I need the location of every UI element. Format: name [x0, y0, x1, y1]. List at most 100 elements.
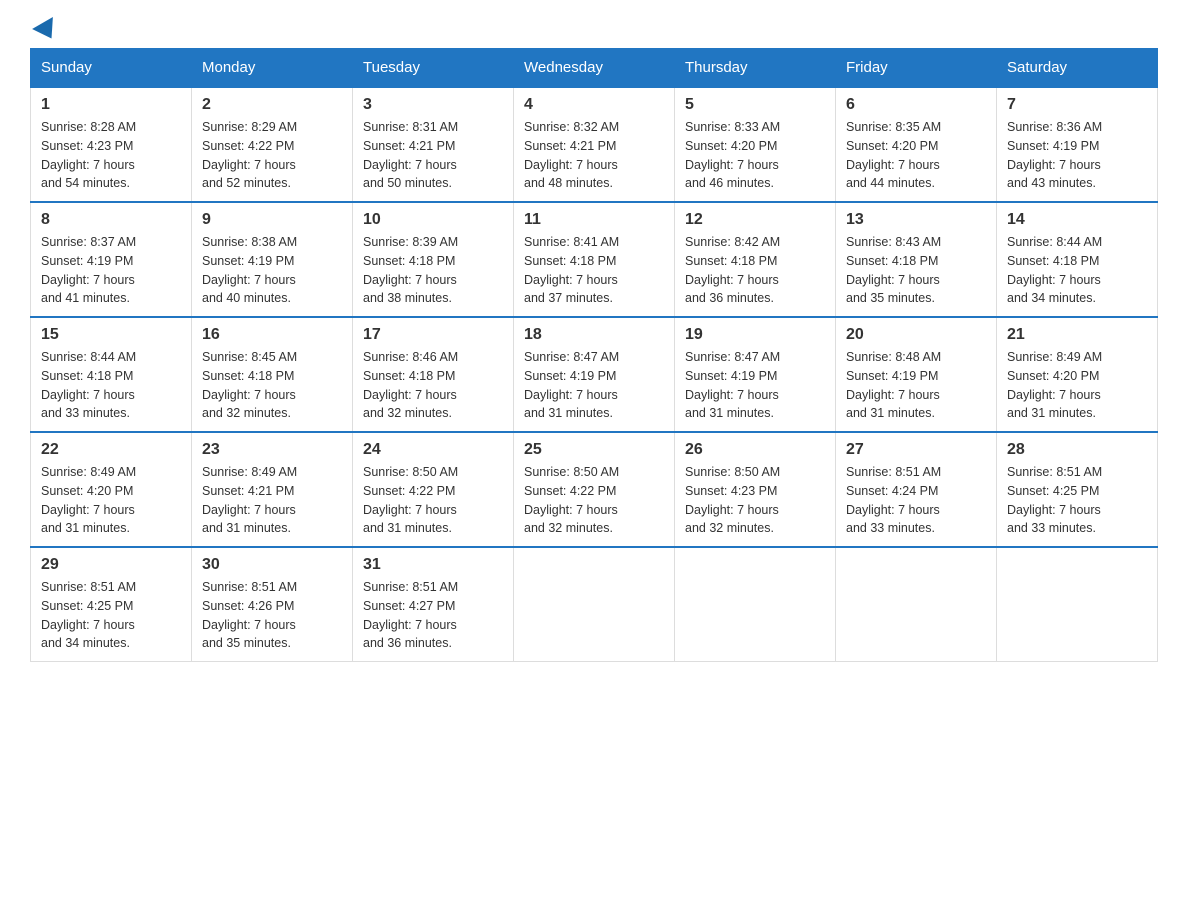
day-number: 9	[202, 211, 342, 229]
day-info: Sunrise: 8:47 AMSunset: 4:19 PMDaylight:…	[524, 350, 619, 420]
calendar-header-row: SundayMondayTuesdayWednesdayThursdayFrid…	[31, 49, 1158, 88]
calendar-day-cell: 14 Sunrise: 8:44 AMSunset: 4:18 PMDaylig…	[997, 202, 1158, 317]
day-info: Sunrise: 8:41 AMSunset: 4:18 PMDaylight:…	[524, 235, 619, 305]
calendar-day-cell: 3 Sunrise: 8:31 AMSunset: 4:21 PMDayligh…	[353, 87, 514, 202]
day-info: Sunrise: 8:46 AMSunset: 4:18 PMDaylight:…	[363, 350, 458, 420]
day-number: 31	[363, 556, 503, 574]
calendar-header-saturday: Saturday	[997, 49, 1158, 88]
calendar-day-cell	[514, 547, 675, 662]
calendar-header-sunday: Sunday	[31, 49, 192, 88]
day-number: 14	[1007, 211, 1147, 229]
calendar-header-wednesday: Wednesday	[514, 49, 675, 88]
day-info: Sunrise: 8:38 AMSunset: 4:19 PMDaylight:…	[202, 235, 297, 305]
day-number: 8	[41, 211, 181, 229]
day-info: Sunrise: 8:51 AMSunset: 4:26 PMDaylight:…	[202, 580, 297, 650]
calendar-day-cell: 7 Sunrise: 8:36 AMSunset: 4:19 PMDayligh…	[997, 87, 1158, 202]
day-number: 25	[524, 441, 664, 459]
day-info: Sunrise: 8:49 AMSunset: 4:21 PMDaylight:…	[202, 465, 297, 535]
day-info: Sunrise: 8:36 AMSunset: 4:19 PMDaylight:…	[1007, 120, 1102, 190]
day-number: 1	[41, 96, 181, 114]
calendar-day-cell: 2 Sunrise: 8:29 AMSunset: 4:22 PMDayligh…	[192, 87, 353, 202]
calendar-day-cell: 28 Sunrise: 8:51 AMSunset: 4:25 PMDaylig…	[997, 432, 1158, 547]
calendar-week-row: 29 Sunrise: 8:51 AMSunset: 4:25 PMDaylig…	[31, 547, 1158, 662]
calendar-day-cell: 18 Sunrise: 8:47 AMSunset: 4:19 PMDaylig…	[514, 317, 675, 432]
day-number: 5	[685, 96, 825, 114]
calendar-header-monday: Monday	[192, 49, 353, 88]
calendar-week-row: 15 Sunrise: 8:44 AMSunset: 4:18 PMDaylig…	[31, 317, 1158, 432]
day-number: 4	[524, 96, 664, 114]
calendar-day-cell: 27 Sunrise: 8:51 AMSunset: 4:24 PMDaylig…	[836, 432, 997, 547]
calendar-day-cell: 1 Sunrise: 8:28 AMSunset: 4:23 PMDayligh…	[31, 87, 192, 202]
day-number: 22	[41, 441, 181, 459]
day-info: Sunrise: 8:44 AMSunset: 4:18 PMDaylight:…	[1007, 235, 1102, 305]
day-info: Sunrise: 8:51 AMSunset: 4:24 PMDaylight:…	[846, 465, 941, 535]
calendar-day-cell: 10 Sunrise: 8:39 AMSunset: 4:18 PMDaylig…	[353, 202, 514, 317]
day-number: 19	[685, 326, 825, 344]
calendar-day-cell: 8 Sunrise: 8:37 AMSunset: 4:19 PMDayligh…	[31, 202, 192, 317]
day-number: 16	[202, 326, 342, 344]
day-info: Sunrise: 8:50 AMSunset: 4:22 PMDaylight:…	[524, 465, 619, 535]
day-info: Sunrise: 8:50 AMSunset: 4:23 PMDaylight:…	[685, 465, 780, 535]
day-number: 2	[202, 96, 342, 114]
calendar-day-cell: 19 Sunrise: 8:47 AMSunset: 4:19 PMDaylig…	[675, 317, 836, 432]
calendar-day-cell: 30 Sunrise: 8:51 AMSunset: 4:26 PMDaylig…	[192, 547, 353, 662]
calendar-day-cell: 22 Sunrise: 8:49 AMSunset: 4:20 PMDaylig…	[31, 432, 192, 547]
day-info: Sunrise: 8:49 AMSunset: 4:20 PMDaylight:…	[1007, 350, 1102, 420]
calendar-day-cell: 17 Sunrise: 8:46 AMSunset: 4:18 PMDaylig…	[353, 317, 514, 432]
day-number: 11	[524, 211, 664, 229]
logo-blue-text	[30, 20, 58, 38]
day-number: 17	[363, 326, 503, 344]
day-info: Sunrise: 8:47 AMSunset: 4:19 PMDaylight:…	[685, 350, 780, 420]
calendar-day-cell: 9 Sunrise: 8:38 AMSunset: 4:19 PMDayligh…	[192, 202, 353, 317]
calendar-day-cell: 13 Sunrise: 8:43 AMSunset: 4:18 PMDaylig…	[836, 202, 997, 317]
day-number: 24	[363, 441, 503, 459]
calendar-day-cell: 24 Sunrise: 8:50 AMSunset: 4:22 PMDaylig…	[353, 432, 514, 547]
calendar-day-cell: 31 Sunrise: 8:51 AMSunset: 4:27 PMDaylig…	[353, 547, 514, 662]
day-number: 28	[1007, 441, 1147, 459]
calendar-day-cell: 20 Sunrise: 8:48 AMSunset: 4:19 PMDaylig…	[836, 317, 997, 432]
day-number: 21	[1007, 326, 1147, 344]
day-number: 12	[685, 211, 825, 229]
day-number: 30	[202, 556, 342, 574]
day-number: 18	[524, 326, 664, 344]
calendar-day-cell: 6 Sunrise: 8:35 AMSunset: 4:20 PMDayligh…	[836, 87, 997, 202]
day-number: 7	[1007, 96, 1147, 114]
calendar-day-cell: 23 Sunrise: 8:49 AMSunset: 4:21 PMDaylig…	[192, 432, 353, 547]
day-info: Sunrise: 8:35 AMSunset: 4:20 PMDaylight:…	[846, 120, 941, 190]
day-number: 26	[685, 441, 825, 459]
calendar-header-tuesday: Tuesday	[353, 49, 514, 88]
day-number: 13	[846, 211, 986, 229]
calendar-day-cell: 25 Sunrise: 8:50 AMSunset: 4:22 PMDaylig…	[514, 432, 675, 547]
day-number: 3	[363, 96, 503, 114]
calendar-day-cell	[836, 547, 997, 662]
day-info: Sunrise: 8:44 AMSunset: 4:18 PMDaylight:…	[41, 350, 136, 420]
calendar-week-row: 1 Sunrise: 8:28 AMSunset: 4:23 PMDayligh…	[31, 87, 1158, 202]
calendar-day-cell: 26 Sunrise: 8:50 AMSunset: 4:23 PMDaylig…	[675, 432, 836, 547]
day-info: Sunrise: 8:32 AMSunset: 4:21 PMDaylight:…	[524, 120, 619, 190]
day-info: Sunrise: 8:31 AMSunset: 4:21 PMDaylight:…	[363, 120, 458, 190]
day-info: Sunrise: 8:45 AMSunset: 4:18 PMDaylight:…	[202, 350, 297, 420]
calendar-day-cell: 12 Sunrise: 8:42 AMSunset: 4:18 PMDaylig…	[675, 202, 836, 317]
day-info: Sunrise: 8:42 AMSunset: 4:18 PMDaylight:…	[685, 235, 780, 305]
calendar-week-row: 8 Sunrise: 8:37 AMSunset: 4:19 PMDayligh…	[31, 202, 1158, 317]
day-number: 6	[846, 96, 986, 114]
day-info: Sunrise: 8:48 AMSunset: 4:19 PMDaylight:…	[846, 350, 941, 420]
day-number: 10	[363, 211, 503, 229]
day-number: 20	[846, 326, 986, 344]
calendar-table: SundayMondayTuesdayWednesdayThursdayFrid…	[30, 48, 1158, 662]
day-info: Sunrise: 8:37 AMSunset: 4:19 PMDaylight:…	[41, 235, 136, 305]
day-info: Sunrise: 8:33 AMSunset: 4:20 PMDaylight:…	[685, 120, 780, 190]
day-number: 29	[41, 556, 181, 574]
calendar-header-friday: Friday	[836, 49, 997, 88]
day-info: Sunrise: 8:39 AMSunset: 4:18 PMDaylight:…	[363, 235, 458, 305]
calendar-week-row: 22 Sunrise: 8:49 AMSunset: 4:20 PMDaylig…	[31, 432, 1158, 547]
day-info: Sunrise: 8:29 AMSunset: 4:22 PMDaylight:…	[202, 120, 297, 190]
day-number: 15	[41, 326, 181, 344]
logo	[30, 20, 58, 38]
calendar-day-cell: 4 Sunrise: 8:32 AMSunset: 4:21 PMDayligh…	[514, 87, 675, 202]
day-info: Sunrise: 8:51 AMSunset: 4:27 PMDaylight:…	[363, 580, 458, 650]
calendar-day-cell	[997, 547, 1158, 662]
day-info: Sunrise: 8:28 AMSunset: 4:23 PMDaylight:…	[41, 120, 136, 190]
calendar-day-cell: 16 Sunrise: 8:45 AMSunset: 4:18 PMDaylig…	[192, 317, 353, 432]
day-info: Sunrise: 8:51 AMSunset: 4:25 PMDaylight:…	[1007, 465, 1102, 535]
